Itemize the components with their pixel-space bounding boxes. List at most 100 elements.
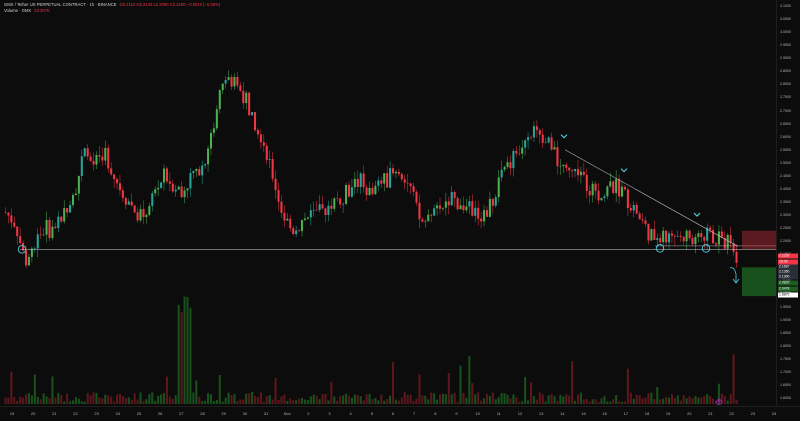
price-tick: 1.6500	[780, 382, 791, 387]
price-tick: 1.7500	[780, 356, 791, 361]
time-tick: 22	[73, 411, 78, 416]
volume-bar	[550, 394, 553, 404]
volume-bar	[732, 354, 735, 404]
volume-bar	[647, 393, 650, 404]
event-flag-icon[interactable]: ⚑	[716, 399, 722, 405]
price-tick: 2.9000	[780, 56, 791, 61]
volume-bar	[127, 397, 130, 404]
price-tick: 2.3500	[780, 200, 791, 204]
candle-body	[309, 210, 312, 218]
volume-bar	[729, 394, 732, 404]
volume-bar	[347, 395, 351, 404]
price-chart[interactable]	[0, 0, 776, 406]
volume-bar	[632, 398, 635, 404]
volume-bar	[145, 399, 148, 404]
candle-body	[239, 85, 242, 91]
candle-body	[371, 187, 374, 195]
volume-bar	[51, 376, 54, 404]
candle-body	[101, 156, 104, 161]
candle-body	[621, 186, 624, 197]
volume-bar	[7, 397, 10, 404]
volume-bar	[27, 393, 30, 404]
volume-label[interactable]: Volume · GMX	[4, 8, 31, 14]
volume-bar	[503, 393, 506, 404]
volume-bar	[576, 394, 580, 404]
candle-body	[110, 168, 113, 175]
volume-bar	[4, 397, 7, 404]
candle-body	[139, 209, 142, 221]
candle-body	[254, 112, 257, 131]
volume-bar	[597, 401, 600, 404]
time-tick: 18	[644, 411, 650, 416]
price-badge: 2.0820	[778, 280, 798, 286]
volume-bar	[377, 400, 380, 404]
volume-bar	[321, 394, 324, 404]
candle-body	[54, 226, 57, 229]
candle-body	[16, 226, 19, 237]
candle-body	[245, 92, 248, 104]
candle-body	[700, 233, 703, 238]
time-tick: 28	[200, 411, 205, 416]
time-tick: 13	[538, 411, 544, 416]
volume-bar	[289, 398, 292, 404]
price-tick: 2.9500	[780, 43, 791, 48]
volume-bar	[568, 395, 571, 404]
volume-bar	[427, 399, 430, 404]
candle-body	[556, 147, 559, 167]
candle-body	[389, 168, 392, 188]
time-axis[interactable]: 19 20 21 22 23 24 25 26 27 28 29 30 31 Nov 2 3 4 5 6 7 8 9 10 1…	[0, 406, 800, 421]
volume-bar	[362, 400, 365, 404]
candle-body	[597, 190, 600, 201]
volume-bar	[315, 395, 318, 404]
candle-body	[603, 196, 606, 199]
volume-bar	[118, 393, 121, 404]
price-tick: 2.2000	[780, 239, 791, 244]
volume-bar	[726, 400, 729, 404]
volume-bar	[650, 392, 653, 404]
volume-bar	[136, 399, 139, 404]
price-axis[interactable]: 3.1000 3.0500 3.0000 2.9500 2.9000 2.8500 2.80…	[776, 0, 800, 406]
volume-bar	[342, 395, 345, 404]
chart-area[interactable]	[0, 0, 776, 406]
candle-body	[682, 236, 685, 242]
candle-body	[612, 181, 615, 194]
volume-bar	[709, 396, 712, 404]
volume-bar	[54, 397, 57, 404]
volume-bar	[215, 399, 218, 404]
time-tick: 4	[349, 411, 352, 416]
candle-body	[30, 248, 33, 257]
volume-bar	[565, 394, 568, 404]
candle-body	[118, 183, 121, 191]
candle-body	[230, 77, 233, 87]
price-tick: 2.5500	[780, 147, 791, 152]
volume-bar	[298, 398, 301, 404]
candle-body	[438, 205, 442, 209]
volume-bar	[665, 396, 668, 404]
candle-body	[95, 155, 98, 165]
candle-body	[145, 214, 148, 218]
candle-body	[480, 218, 483, 222]
candle-body	[541, 134, 544, 143]
price-tick: 3.0500	[780, 17, 791, 22]
volume-bar	[509, 398, 512, 404]
candle-body	[174, 189, 177, 192]
candle-body	[600, 198, 603, 201]
volume-bar	[198, 397, 201, 404]
candle-body	[359, 173, 362, 187]
volume-bar	[462, 392, 465, 404]
candle-body	[63, 208, 66, 222]
time-tick: 20	[30, 411, 36, 416]
volume-bar	[694, 396, 697, 404]
volume-bar	[74, 397, 77, 404]
candle-body	[535, 126, 538, 131]
volume-bar	[312, 394, 315, 404]
candle-body	[553, 147, 556, 150]
candle-body	[10, 215, 13, 223]
candle-body	[424, 221, 427, 222]
volume-bar	[579, 392, 582, 404]
volume-bar	[679, 400, 682, 404]
time-tick: Nov	[283, 411, 291, 416]
volume-bar	[529, 382, 533, 404]
time-tick: 17	[623, 411, 629, 416]
candle-body	[623, 186, 626, 190]
